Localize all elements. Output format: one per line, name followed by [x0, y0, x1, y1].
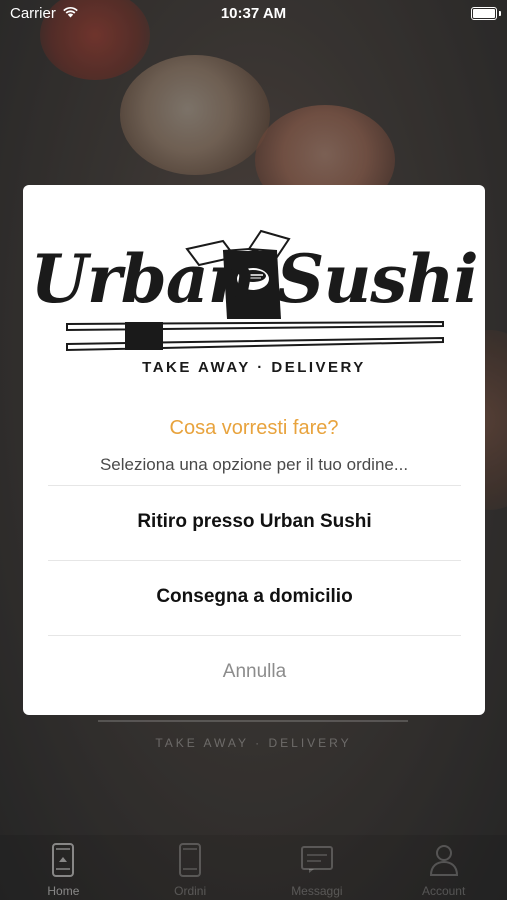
- battery-icon: [471, 7, 497, 20]
- dialog-title: Cosa vorresti fare?: [169, 417, 339, 439]
- logo-brand-text: Urban Sushi: [30, 240, 478, 318]
- chopsticks-icon: [66, 320, 444, 352]
- tab-account[interactable]: Account: [380, 835, 507, 900]
- phone-home-icon: [45, 842, 81, 878]
- order-type-dialog: Urban Sushi TAKE AWAY · DELIVERY Cosa vo…: [23, 185, 485, 715]
- user-icon: [426, 842, 462, 878]
- logo-tagline: TAKE AWAY · DELIVERY: [142, 359, 366, 376]
- tab-orders[interactable]: Ordini: [127, 835, 254, 900]
- cancel-button[interactable]: Annulla: [48, 635, 461, 709]
- tab-account-label: Account: [421, 884, 466, 898]
- tab-messages[interactable]: Messaggi: [254, 835, 381, 900]
- message-icon: [299, 842, 335, 878]
- pickup-option-button[interactable]: Ritiro presso Urban Sushi: [48, 485, 461, 559]
- battery-tip: [499, 11, 501, 16]
- tab-orders-label: Ordini: [174, 884, 207, 898]
- tab-messages-label: Messaggi: [291, 884, 343, 898]
- urban-sushi-logo: Urban Sushi TAKE AWAY · DELIVERY: [23, 185, 485, 395]
- phone-orders-icon: [172, 842, 208, 878]
- tab-home-label: Home: [47, 884, 80, 898]
- delivery-option-button[interactable]: Consegna a domicilio: [48, 560, 461, 634]
- background-logo-tagline: TAKE AWAY · DELIVERY: [155, 736, 352, 750]
- status-time: 10:37 AM: [220, 5, 287, 22]
- dialog-subtitle: Seleziona una opzione per il tuo ordine.…: [99, 455, 409, 474]
- tab-bar: Home Ordini Messaggi Account: [0, 835, 507, 900]
- status-bar: Carrier 10:37 AM: [0, 0, 507, 28]
- tab-home[interactable]: Home: [0, 835, 127, 900]
